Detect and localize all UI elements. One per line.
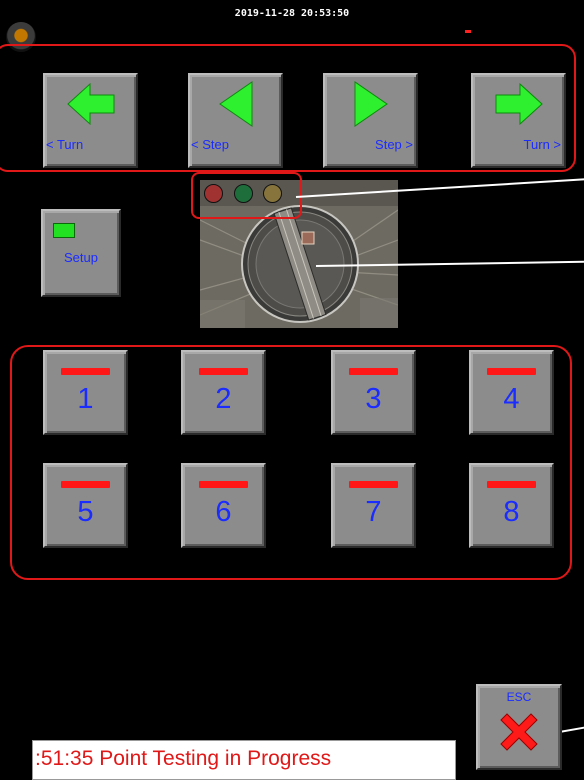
position-1-bar [61,368,110,375]
status-message-box: :51:35 Point Testing in Progress [32,740,456,780]
position-7-bar [349,481,398,488]
position-button-3[interactable]: 3 [331,350,416,435]
position-1-label: 1 [77,383,94,415]
arrow-right-icon [495,82,543,126]
position-2-label: 2 [215,383,232,415]
turn-left-button[interactable]: < Turn [43,73,138,168]
position-5-bar [61,481,110,488]
position-6-bar [199,481,248,488]
timestamp: 2019-11-28 20:53:50 [234,8,350,19]
position-4-label: 4 [503,383,520,415]
close-x-icon [500,713,538,751]
red-marker [465,30,471,33]
position-button-6[interactable]: 6 [181,463,266,548]
position-button-5[interactable]: 5 [43,463,128,548]
step-left-label: < Step [191,137,229,152]
arrow-left-icon [66,82,114,126]
position-6-label: 6 [215,496,232,528]
position-7-label: 7 [365,496,382,528]
step-right-button[interactable]: Step > [323,73,418,168]
esc-label: ESC [506,690,532,704]
position-button-1[interactable]: 1 [43,350,128,435]
turn-right-button[interactable]: Turn > [471,73,566,168]
setup-led-icon [53,223,75,238]
turn-left-label: < Turn [46,137,84,152]
setup-button[interactable]: Setup [41,209,121,297]
lamps-outline [191,172,302,219]
esc-button[interactable]: ESC [476,684,562,770]
step-right-label: Step > [375,137,413,152]
triangle-right-icon [354,81,388,128]
position-button-8[interactable]: 8 [469,463,554,548]
position-3-bar [349,368,398,375]
position-5-label: 5 [77,496,94,528]
triangle-left-icon [218,81,252,128]
setup-label: Setup [64,250,98,265]
position-3-label: 3 [365,383,382,415]
step-left-button[interactable]: < Step [188,73,283,168]
position-8-label: 8 [503,496,520,528]
position-button-7[interactable]: 7 [331,463,416,548]
position-button-2[interactable]: 2 [181,350,266,435]
position-button-4[interactable]: 4 [469,350,554,435]
turn-right-label: Turn > [523,137,561,152]
position-4-bar [487,368,536,375]
position-2-bar [199,368,248,375]
status-message: :51:35 Point Testing in Progress [35,747,332,770]
position-8-bar [487,481,536,488]
